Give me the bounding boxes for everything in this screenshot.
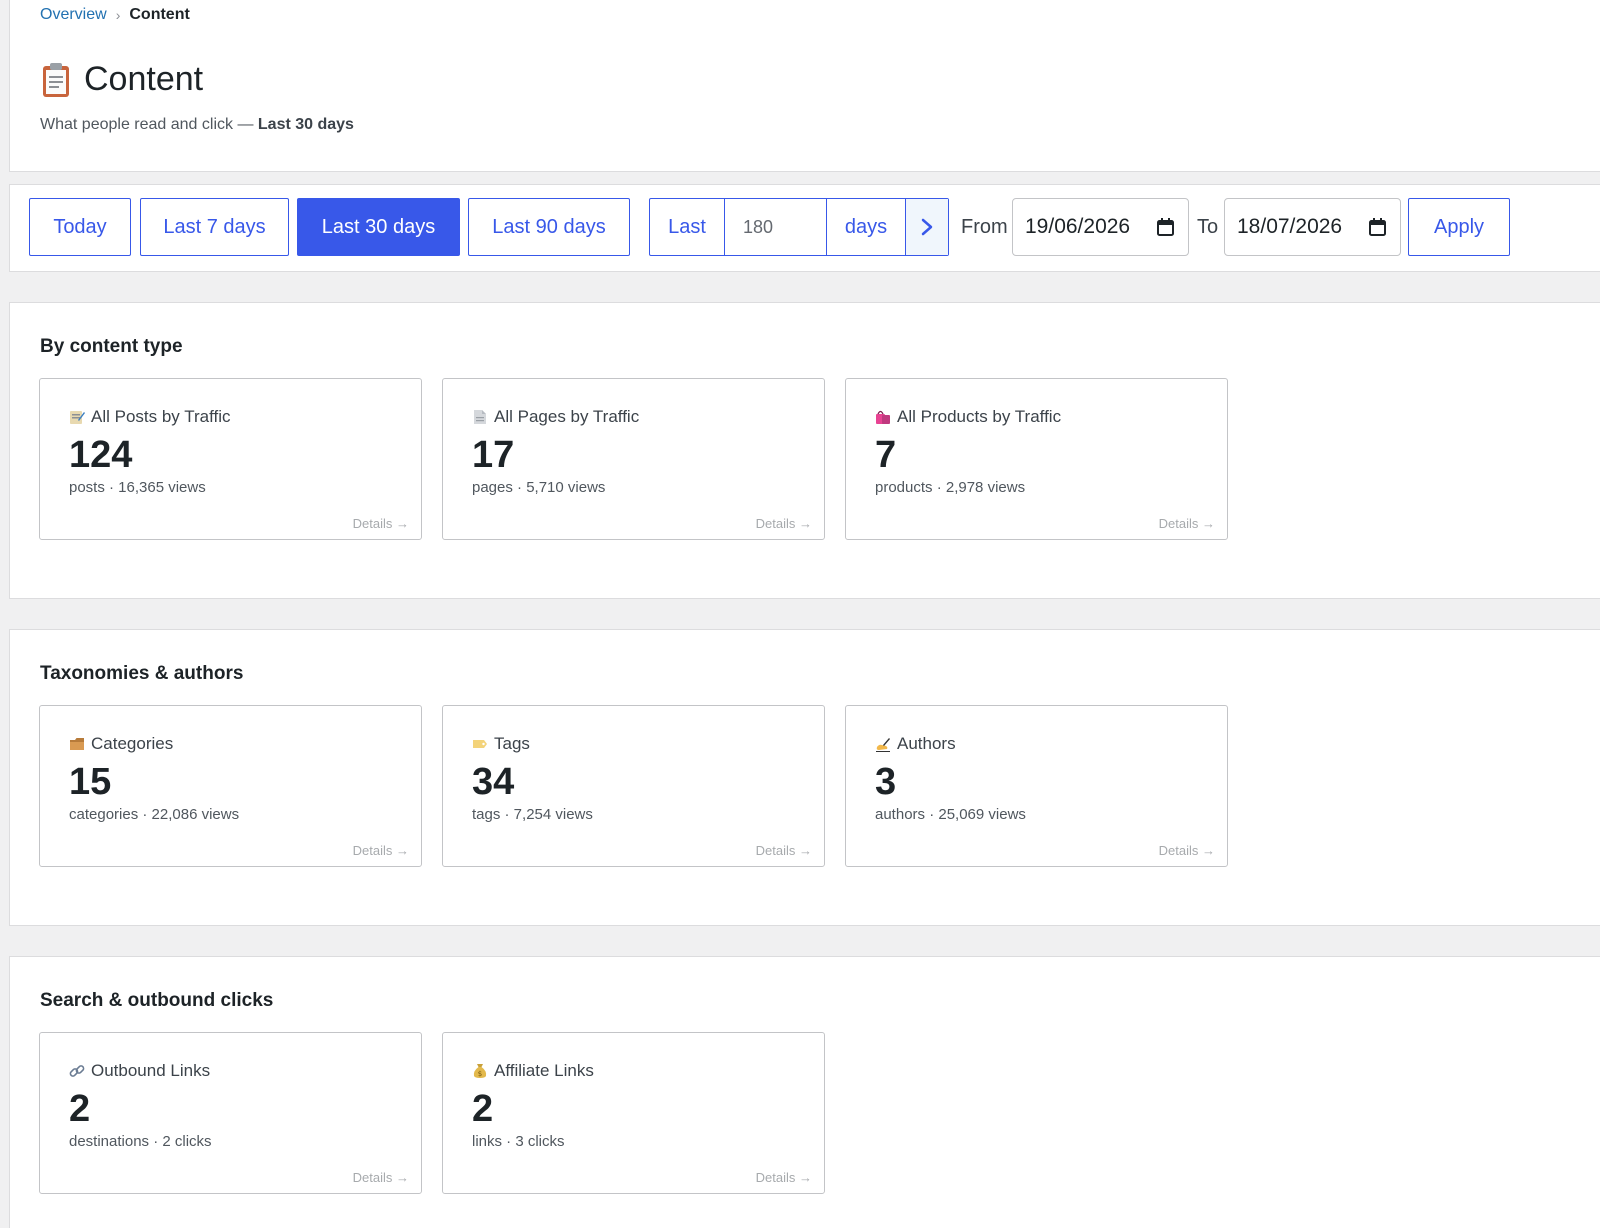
date-range-toolbar: Today Last 7 days Last 30 days Last 90 d… [9, 184, 1600, 272]
card-label-text: Outbound Links [91, 1061, 211, 1080]
card-label: Tags [472, 734, 530, 754]
to-label: To [1197, 215, 1219, 238]
card-label: All Products by Traffic [875, 407, 1061, 427]
writing-hand-icon [875, 736, 891, 752]
card-label: $ Affiliate Links [472, 1061, 594, 1081]
custom-range-days-input[interactable] [725, 199, 827, 255]
card-meta: posts · 16,365 views [69, 479, 206, 496]
card-label-text: All Posts by Traffic [91, 407, 231, 426]
card-value: 34 [472, 761, 515, 803]
svg-text:$: $ [478, 1070, 482, 1078]
card-value: 15 [69, 761, 112, 803]
card-authors[interactable]: Authors 3 authors · 25,069 views Details… [845, 705, 1228, 867]
preset-last-90-days-button[interactable]: Last 90 days [468, 198, 630, 256]
breadcrumb: Overview › Content [40, 6, 190, 24]
subtitle-range: Last 30 days [257, 116, 354, 133]
to-date-value: 18/07/2026 [1237, 215, 1343, 238]
card-categories[interactable]: Categories 15 categories · 22,086 views … [39, 705, 422, 867]
card-meta: authors · 25,069 views [875, 806, 1026, 823]
card-value: 2 [69, 1088, 91, 1130]
folder-icon [69, 736, 85, 752]
details-link[interactable]: Details → [1159, 843, 1215, 858]
clipboard-icon [40, 62, 72, 98]
section-content-type: By content type All Posts by Traffic 124… [9, 302, 1600, 599]
details-link[interactable]: Details → [756, 843, 812, 858]
link-icon [69, 1063, 85, 1079]
card-label-text: Authors [897, 734, 956, 753]
preset-last-30-days-button[interactable]: Last 30 days [297, 198, 460, 256]
custom-range-go-button[interactable] [906, 199, 948, 255]
page-title-text: Content [84, 60, 204, 98]
card-label-text: Tags [494, 734, 530, 753]
details-link[interactable]: Details → [353, 843, 409, 858]
card-value: 2 [472, 1088, 494, 1130]
card-tags[interactable]: Tags 34 tags · 7,254 views Details → [442, 705, 825, 867]
from-date-value: 19/06/2026 [1025, 215, 1131, 238]
card-value: 17 [472, 434, 515, 476]
shopping-bags-icon [875, 409, 891, 425]
breadcrumb-link-overview[interactable]: Overview [40, 6, 107, 24]
apply-button[interactable]: Apply [1408, 198, 1510, 256]
section-taxonomies-authors: Taxonomies & authors Categories 15 categ… [9, 629, 1600, 926]
from-date-input[interactable]: 19/06/2026 [1012, 198, 1189, 256]
breadcrumb-separator: › [115, 7, 121, 23]
card-label-text: Affiliate Links [494, 1061, 594, 1080]
custom-range-group: Last days [649, 198, 949, 256]
card-meta: destinations · 2 clicks [69, 1133, 212, 1150]
details-link[interactable]: Details → [756, 1170, 812, 1185]
details-link[interactable]: Details → [1159, 516, 1215, 531]
section-search-outbound: Search & outbound clicks Outbound Links … [9, 956, 1600, 1228]
preset-today-button[interactable]: Today [29, 198, 131, 256]
custom-range-prefix: Last [650, 199, 725, 255]
card-label-text: All Products by Traffic [897, 407, 1062, 426]
breadcrumb-current: Content [129, 6, 190, 23]
card-meta: tags · 7,254 views [472, 806, 593, 823]
card-label: All Pages by Traffic [472, 407, 639, 427]
page-title: Content [40, 60, 203, 99]
card-value: 3 [875, 761, 897, 803]
card-affiliate-links[interactable]: $ Affiliate Links 2 links · 3 clicks Det… [442, 1032, 825, 1194]
preset-last-7-days-button[interactable]: Last 7 days [140, 198, 289, 256]
card-meta: pages · 5,710 views [472, 479, 606, 496]
card-meta: links · 3 clicks [472, 1133, 565, 1150]
memo-icon [69, 409, 85, 425]
details-link[interactable]: Details → [353, 1170, 409, 1185]
chevron-right-icon [921, 218, 933, 236]
card-outbound-links[interactable]: Outbound Links 2 destinations · 2 clicks… [39, 1032, 422, 1194]
calendar-icon[interactable] [1157, 218, 1174, 236]
card-label: Outbound Links [69, 1061, 210, 1081]
section-title: Taxonomies & authors [40, 663, 244, 684]
card-all-posts[interactable]: All Posts by Traffic 124 posts · 16,365 … [39, 378, 422, 540]
card-label-text: All Pages by Traffic [494, 407, 640, 426]
card-value: 124 [69, 434, 133, 476]
details-link[interactable]: Details → [756, 516, 812, 531]
card-all-pages[interactable]: All Pages by Traffic 17 pages · 5,710 vi… [442, 378, 825, 540]
to-date-input[interactable]: 18/07/2026 [1224, 198, 1401, 256]
custom-range-suffix: days [827, 199, 906, 255]
card-label: Authors [875, 734, 956, 754]
card-meta: categories · 22,086 views [69, 806, 240, 823]
tag-icon [472, 736, 488, 752]
section-title: By content type [40, 336, 183, 357]
calendar-icon[interactable] [1369, 218, 1386, 236]
money-bag-icon: $ [472, 1063, 488, 1079]
card-all-products[interactable]: All Products by Traffic 7 products · 2,9… [845, 378, 1228, 540]
from-label: From [961, 215, 1008, 238]
card-label-text: Categories [91, 734, 174, 753]
page-header: Overview › Content Content What people r… [9, 0, 1600, 172]
details-link[interactable]: Details → [353, 516, 409, 531]
card-label: Categories [69, 734, 173, 754]
subtitle-text: What people read and click — [40, 116, 258, 133]
section-title: Search & outbound clicks [40, 990, 274, 1011]
card-meta: products · 2,978 views [875, 479, 1026, 496]
card-value: 7 [875, 434, 897, 476]
page-icon [472, 409, 488, 425]
page-subtitle: What people read and click — Last 30 day… [40, 116, 354, 134]
card-label: All Posts by Traffic [69, 407, 231, 427]
